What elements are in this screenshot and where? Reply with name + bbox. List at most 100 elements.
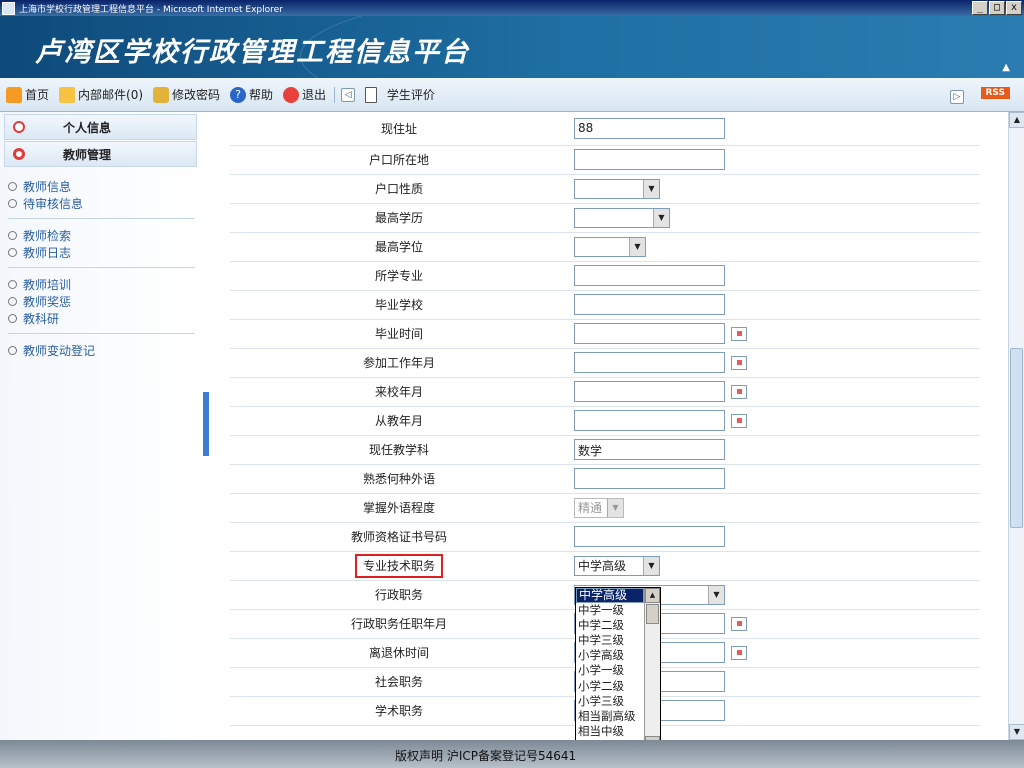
form-label-cell: 熟悉何种外语 (230, 464, 568, 494)
sidebar-item-teacher-search[interactable]: 教师检索 (8, 227, 203, 244)
text-input[interactable] (574, 381, 725, 402)
home-link[interactable]: 首页 (6, 86, 49, 103)
change-password-link[interactable]: 修改密码 (153, 86, 220, 103)
form-label-cell: 所学专业 (230, 261, 568, 291)
student-eval-link[interactable]: 学生评价 (365, 86, 435, 103)
form-label: 毕业学校 (374, 298, 423, 312)
bullet-icon (8, 248, 17, 257)
chevron-down-icon[interactable]: ▼ (629, 237, 645, 256)
scroll-down-icon[interactable]: ▼ (1009, 724, 1024, 740)
chevron-down-icon[interactable]: ▼ (653, 208, 669, 227)
bullet-icon (8, 231, 17, 240)
sidebar-collapse-handle[interactable] (203, 392, 209, 456)
chevron-down-icon[interactable]: ▼ (643, 556, 659, 575)
form-label-highlighted: 专业技术职务 (354, 554, 443, 578)
scroll-thumb[interactable] (1010, 348, 1023, 528)
dropdown-option[interactable]: 相当中级 (576, 724, 644, 739)
nav-arrow-button[interactable]: ◁ (341, 87, 356, 102)
dropdown-option[interactable]: 小学一级 (576, 663, 644, 678)
arrow-right-icon: ▷ (950, 90, 964, 104)
calendar-icon[interactable] (731, 355, 747, 370)
form-label-cell: 行政职务任职年月 (230, 609, 568, 639)
select-dropdown[interactable]: ▼ (574, 236, 646, 257)
select-dropdown[interactable]: ▼ (574, 178, 660, 199)
bullet-icon (8, 199, 17, 208)
sidebar-item-label: 教师检索 (23, 229, 72, 243)
form-value-cell (568, 348, 980, 378)
dropdown-option[interactable]: 小学高级 (576, 648, 644, 663)
sidebar-section-teacher-management[interactable]: 教师管理 (4, 141, 197, 167)
dropdown-option[interactable]: 小学三级 (576, 694, 644, 709)
app-window: 上海市学校行政管理工程信息平台 - Microsoft Internet Exp… (0, 0, 1024, 768)
text-input[interactable] (574, 410, 725, 431)
dropdown-option[interactable]: 中学二级 (576, 618, 644, 633)
calendar-icon[interactable] (731, 413, 747, 428)
sidebar-item-teacher-log[interactable]: 教师日志 (8, 244, 203, 261)
form-label: 毕业时间 (374, 327, 423, 341)
sidebar-item-teacher-training[interactable]: 教师培训 (8, 276, 203, 293)
form-row: 最高学历 ▼ (230, 203, 980, 233)
chevron-down-icon[interactable]: ▼ (643, 179, 659, 198)
text-input[interactable] (574, 265, 725, 286)
scroll-up-icon[interactable]: ▲ (1009, 112, 1024, 128)
form-value-cell (568, 406, 980, 436)
dropdown-option[interactable]: 中学一级 (576, 603, 644, 618)
collapse-header-icon[interactable]: ▲ (1002, 62, 1010, 73)
chevron-down-icon[interactable]: ▼ (708, 585, 724, 604)
form-label: 行政职务任职年月 (350, 617, 447, 631)
sidebar: 个人信息 教师管理 教师信息 待审核信息 教师检索 教师日志 教师培训 教师奖惩… (0, 112, 203, 740)
calendar-icon[interactable] (731, 326, 747, 341)
sidebar-item-research[interactable]: 教科研 (8, 310, 203, 327)
page-scrollbar[interactable]: ▲ ▼ (1008, 112, 1024, 740)
form-value-cell: ▼ (568, 203, 980, 233)
dropdown-scroll-thumb[interactable] (646, 604, 659, 624)
maximize-button[interactable]: □ (989, 1, 1005, 15)
arrow-left-icon: ◁ (341, 87, 356, 102)
logout-link[interactable]: 退出 (283, 86, 326, 103)
text-input[interactable] (574, 294, 725, 315)
calendar-icon[interactable] (731, 645, 747, 660)
select-dropdown[interactable]: ▼ (574, 207, 670, 228)
personal-info-icon (13, 121, 25, 133)
sidebar-item-teacher-info[interactable]: 教师信息 (8, 178, 203, 195)
text-input[interactable]: 88 (574, 117, 725, 139)
text-input[interactable] (574, 323, 725, 344)
sidebar-divider (8, 218, 195, 219)
dropdown-option[interactable]: 小学二级 (576, 679, 644, 694)
help-link[interactable]: ? 帮助 (230, 86, 273, 103)
form-value-cell (568, 377, 980, 407)
nav-right-button[interactable]: ▷ (950, 88, 964, 104)
form-row: 毕业学校 (230, 290, 980, 320)
text-input[interactable] (574, 468, 725, 489)
professional-title-dropdown-list[interactable]: 中学高级 中学一级 中学二级 中学三级 小学高级 小学一级 小学二级 小学三级 相当副高级 相当中… (575, 587, 661, 753)
calendar-icon[interactable] (731, 616, 747, 631)
calendar-icon[interactable] (731, 384, 747, 399)
form-row: 户口性质 ▼ (230, 174, 980, 204)
chevron-down-icon[interactable]: ▼ (607, 498, 623, 517)
sidebar-item-rewards-penalties[interactable]: 教师奖惩 (8, 293, 203, 310)
dropdown-scrollbar[interactable]: ▲ ▼ (644, 588, 660, 751)
dropdown-option[interactable]: 中学高级 (576, 588, 644, 604)
form-label-cell: 现住址 (230, 112, 568, 146)
close-button[interactable]: x (1006, 1, 1022, 15)
bullet-icon (8, 280, 17, 289)
minimize-button[interactable]: _ (972, 1, 988, 15)
sidebar-section-personal-info[interactable]: 个人信息 (4, 114, 197, 140)
text-input[interactable] (574, 352, 725, 373)
sidebar-item-teacher-changes[interactable]: 教师变动登记 (8, 342, 203, 359)
select-dropdown[interactable]: 精通 ▼ (574, 497, 624, 518)
sidebar-item-pending-review[interactable]: 待审核信息 (8, 195, 203, 212)
text-input[interactable]: 数学 (574, 439, 725, 460)
bullet-icon (8, 297, 17, 306)
form-label: 从教年月 (374, 414, 423, 428)
dropdown-option[interactable]: 相当副高级 (576, 709, 644, 724)
rss-badge[interactable]: RSS (980, 87, 1010, 99)
text-input[interactable] (574, 526, 725, 547)
mail-link[interactable]: 内部邮件(0) (59, 86, 143, 103)
sidebar-item-label: 教师培训 (23, 278, 72, 292)
text-input[interactable] (574, 149, 725, 170)
dropdown-scroll-up-icon[interactable]: ▲ (645, 588, 660, 603)
form-row: 教师资格证书号码 (230, 522, 980, 552)
select-dropdown[interactable]: 中学高级 ▼ (574, 555, 660, 576)
dropdown-option[interactable]: 中学三级 (576, 633, 644, 648)
